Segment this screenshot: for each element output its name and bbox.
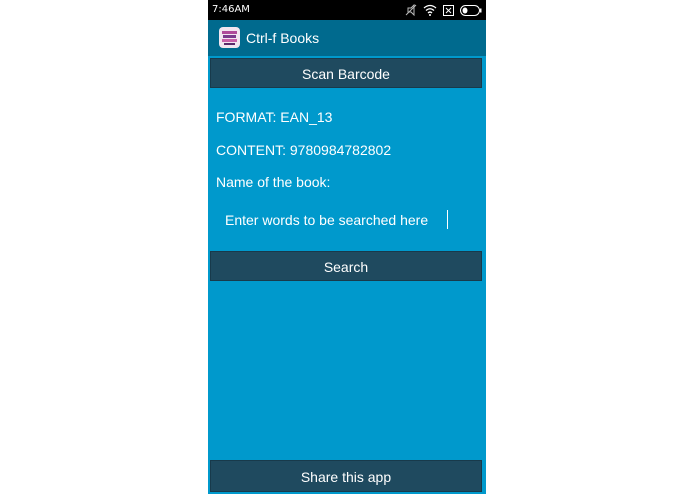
scan-barcode-button[interactable]: Scan Barcode [210, 58, 482, 88]
phone-screen: 7:46AM Ctrl-f Books Scan Barcode FORMAT:… [208, 0, 486, 494]
format-text: FORMAT: EAN_13 [216, 109, 333, 125]
search-words-input[interactable] [216, 205, 478, 235]
content-text: CONTENT: 9780984782802 [216, 142, 392, 158]
status-time: 7:46AM [212, 4, 250, 15]
book-name-label: Name of the book: [216, 174, 331, 190]
search-button[interactable]: Search [210, 251, 482, 281]
action-bar: Ctrl-f Books [208, 20, 486, 56]
wifi-icon [423, 4, 437, 16]
status-icons [405, 3, 482, 17]
battery-icon [460, 4, 482, 16]
book-icon [219, 27, 240, 48]
status-bar: 7:46AM [208, 0, 486, 20]
no-sim-icon [443, 4, 454, 16]
mute-icon [405, 4, 417, 16]
app-title: Ctrl-f Books [246, 30, 320, 46]
share-app-button[interactable]: Share this app [210, 460, 482, 492]
text-cursor [447, 210, 448, 229]
